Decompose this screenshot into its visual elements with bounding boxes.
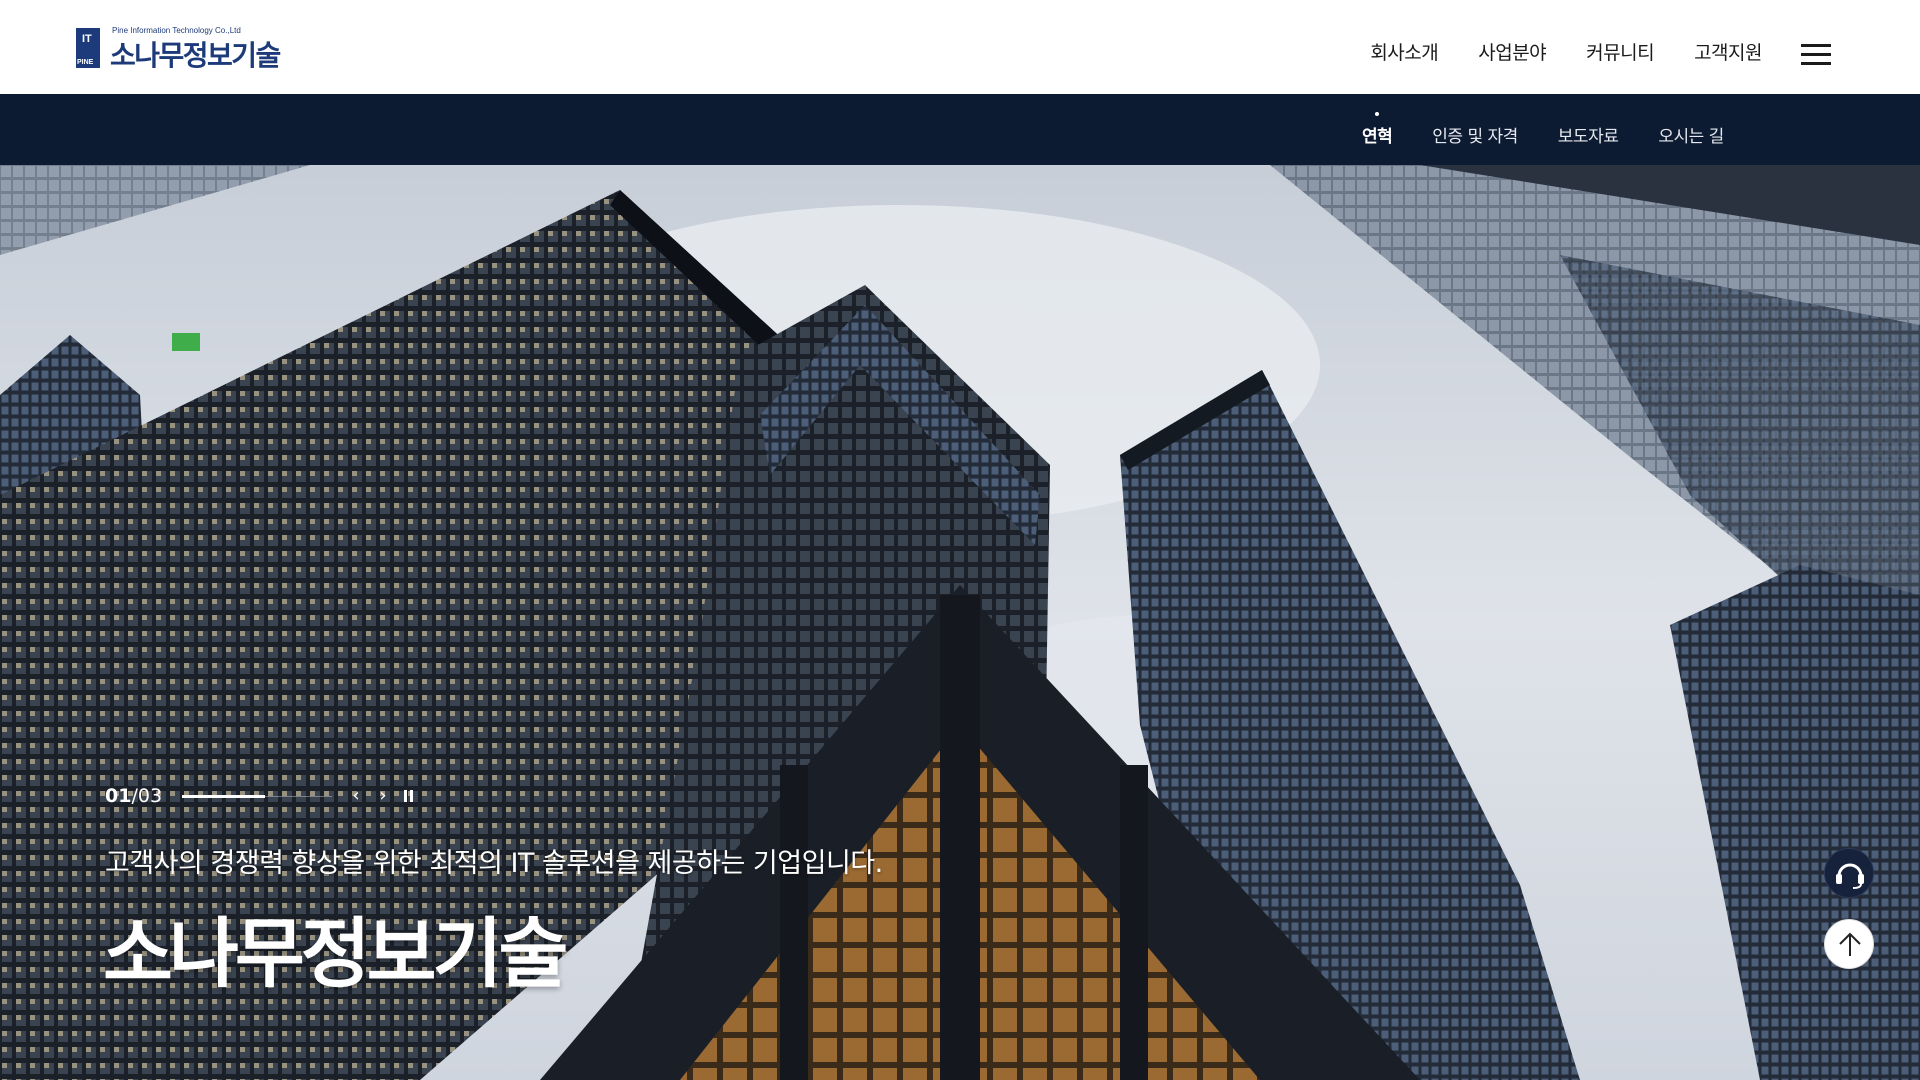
subnav-item-certification[interactable]: 인증 및 자격 — [1432, 122, 1518, 147]
hamburger-menu-icon[interactable] — [1801, 44, 1833, 68]
main-nav: 회사소개 사업분야 커뮤니티 고객지원 — [1370, 38, 1762, 65]
nav-business[interactable]: 사업분야 — [1478, 38, 1546, 65]
active-indicator-dot — [1375, 112, 1380, 116]
arrow-up-icon — [1839, 932, 1861, 956]
slide-progress-fill — [182, 795, 265, 798]
customer-support-button[interactable] — [1824, 848, 1874, 898]
hero-title: 소나무정보기술 — [103, 909, 568, 998]
chevron-left-icon[interactable]: ‹ — [347, 786, 365, 806]
subnav-label: 인증 및 자격 — [1432, 127, 1518, 147]
slide-progress-bar — [182, 795, 332, 798]
nav-company[interactable]: 회사소개 — [1370, 38, 1438, 65]
subnav-item-history[interactable]: 연혁 — [1362, 112, 1393, 147]
logo-name: 소나무정보기술 — [110, 39, 281, 72]
hero-slider: 01/03 ‹ › 고객사의 경쟁력 향상을 위한 최적의 IT 솔루션을 제공… — [0, 165, 1920, 1080]
logo-mark-icon: IT PINE — [76, 28, 100, 68]
hero-subtitle: 고객사의 경쟁력 향상을 위한 최적의 IT 솔루션을 제공하는 기업입니다. — [105, 848, 883, 879]
svg-text:PINE: PINE — [77, 59, 94, 66]
nav-support[interactable]: 고객지원 — [1694, 38, 1762, 65]
headset-icon — [1836, 863, 1864, 889]
subnav-label: 오시는 길 — [1658, 127, 1724, 147]
slide-counter: 01/03 — [105, 785, 162, 807]
site-header: IT PINE Pine Information Technology Co.,… — [0, 0, 1920, 94]
total-slides: /03 — [131, 785, 163, 807]
subnav-label: 보도자료 — [1557, 127, 1619, 147]
scroll-to-top-button[interactable] — [1824, 919, 1874, 969]
current-slide-number: 01 — [105, 785, 132, 807]
subnav-label: 연혁 — [1362, 127, 1393, 147]
chevron-right-icon[interactable]: › — [374, 786, 392, 806]
subnav-item-press[interactable]: 보도자료 — [1558, 122, 1619, 147]
svg-text:IT: IT — [82, 33, 92, 45]
pause-icon[interactable] — [400, 786, 418, 806]
nav-community[interactable]: 커뮤니티 — [1586, 38, 1654, 65]
subnav-item-directions[interactable]: 오시는 길 — [1658, 122, 1724, 147]
sub-nav: 연혁 인증 및 자격 보도자료 오시는 길 — [0, 94, 1920, 165]
site-logo[interactable]: IT PINE Pine Information Technology Co.,… — [76, 26, 286, 72]
